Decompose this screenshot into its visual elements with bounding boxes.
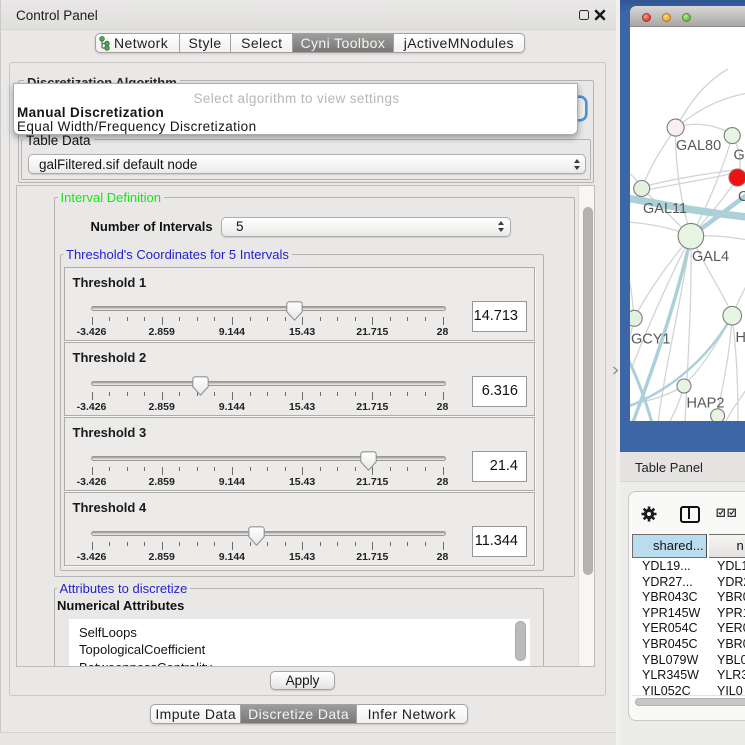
svg-text:GCY1: GCY1 [631,332,671,348]
svg-text:GAL11: GAL11 [643,201,687,217]
svg-text:GAL: GAL [734,148,745,164]
svg-text:GAL4: GAL4 [692,249,729,265]
svg-text:H: H [736,330,745,346]
svg-text:C: C [738,189,745,205]
svg-text:HAP2: HAP2 [687,396,725,412]
svg-text:GAL80: GAL80 [676,138,721,154]
